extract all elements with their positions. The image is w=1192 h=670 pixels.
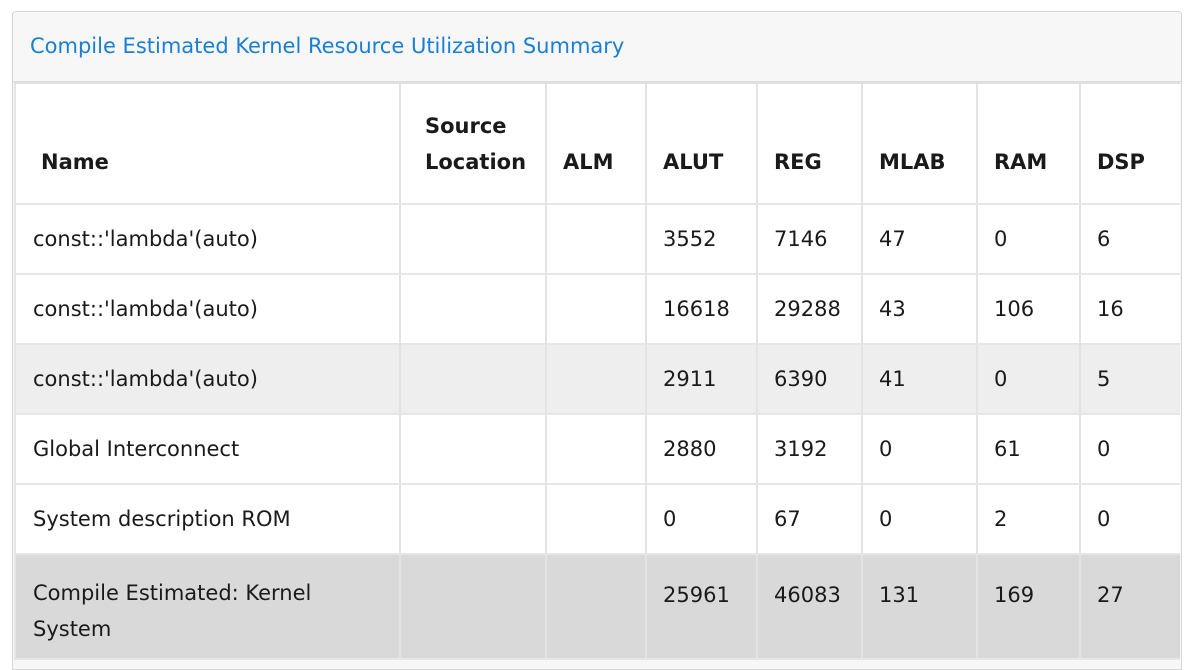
panel-title[interactable]: Compile Estimated Kernel Resource Utiliz… — [30, 34, 624, 58]
cell-dsp: 0 — [1081, 485, 1180, 555]
cell-name: const::'lambda'(auto) — [14, 275, 401, 345]
column-header-alm[interactable]: ALM — [547, 84, 647, 205]
cell-alut: 16618 — [647, 275, 758, 345]
cell-mlab: 43 — [863, 275, 978, 345]
panel-header: Compile Estimated Kernel Resource Utiliz… — [13, 12, 1181, 82]
cell-total-ram: 169 — [978, 555, 1081, 660]
cell-mlab: 0 — [863, 485, 978, 555]
table-row: const::'lambda'(auto) 3552 7146 47 0 6 — [14, 205, 1180, 275]
cell-alm — [547, 205, 647, 275]
cell-reg: 29288 — [758, 275, 863, 345]
cell-dsp: 0 — [1081, 415, 1180, 485]
cell-name: const::'lambda'(auto) — [14, 205, 401, 275]
column-header-ram[interactable]: RAM — [978, 84, 1081, 205]
table-row: const::'lambda'(auto) 2911 6390 41 0 5 — [14, 345, 1180, 415]
column-header-source-location[interactable]: Source Location — [401, 84, 547, 205]
cell-ram: 0 — [978, 345, 1081, 415]
cell-source-location — [401, 415, 547, 485]
cell-name: const::'lambda'(auto) — [14, 345, 401, 415]
column-header-reg[interactable]: REG — [758, 84, 863, 205]
cell-dsp: 5 — [1081, 345, 1180, 415]
cell-source-location — [401, 345, 547, 415]
cell-total-alm — [547, 555, 647, 660]
cell-name: Global Interconnect — [14, 415, 401, 485]
cell-dsp: 6 — [1081, 205, 1180, 275]
cell-ram: 2 — [978, 485, 1081, 555]
cell-total-mlab: 131 — [863, 555, 978, 660]
table-row: Global Interconnect 2880 3192 0 61 0 — [14, 415, 1180, 485]
column-header-dsp[interactable]: DSP — [1081, 84, 1180, 205]
table-row: System description ROM 0 67 0 2 0 — [14, 485, 1180, 555]
cell-source-location — [401, 485, 547, 555]
cell-mlab: 41 — [863, 345, 978, 415]
cell-alut: 2911 — [647, 345, 758, 415]
cell-total-source-location — [401, 555, 547, 660]
cell-ram: 0 — [978, 205, 1081, 275]
column-header-mlab[interactable]: MLAB — [863, 84, 978, 205]
cell-total-name: Compile Estimated: Kernel System — [14, 555, 401, 660]
resource-summary-panel: Compile Estimated Kernel Resource Utiliz… — [12, 11, 1182, 670]
cell-total-reg: 46083 — [758, 555, 863, 660]
cell-total-dsp: 27 — [1081, 555, 1180, 660]
cell-mlab: 47 — [863, 205, 978, 275]
cell-reg: 3192 — [758, 415, 863, 485]
cell-alut: 0 — [647, 485, 758, 555]
cell-ram: 61 — [978, 415, 1081, 485]
cell-mlab: 0 — [863, 415, 978, 485]
table-header-row: Name Source Location ALM ALUT REG MLAB R… — [14, 84, 1180, 205]
cell-alm — [547, 485, 647, 555]
column-header-name[interactable]: Name — [14, 84, 401, 205]
cell-reg: 7146 — [758, 205, 863, 275]
table-row: const::'lambda'(auto) 16618 29288 43 106… — [14, 275, 1180, 345]
cell-ram: 106 — [978, 275, 1081, 345]
cell-total-alut: 25961 — [647, 555, 758, 660]
cell-name: System description ROM — [14, 485, 401, 555]
cell-alm — [547, 275, 647, 345]
cell-alm — [547, 345, 647, 415]
table-total-row: Compile Estimated: Kernel System 25961 4… — [14, 555, 1180, 660]
cell-alm — [547, 415, 647, 485]
cell-alut: 2880 — [647, 415, 758, 485]
cell-source-location — [401, 275, 547, 345]
cell-source-location — [401, 205, 547, 275]
cell-reg: 67 — [758, 485, 863, 555]
column-header-alut[interactable]: ALUT — [647, 84, 758, 205]
cell-dsp: 16 — [1081, 275, 1180, 345]
cell-reg: 6390 — [758, 345, 863, 415]
resource-utilization-table: Name Source Location ALM ALUT REG MLAB R… — [14, 82, 1180, 660]
cell-alut: 3552 — [647, 205, 758, 275]
